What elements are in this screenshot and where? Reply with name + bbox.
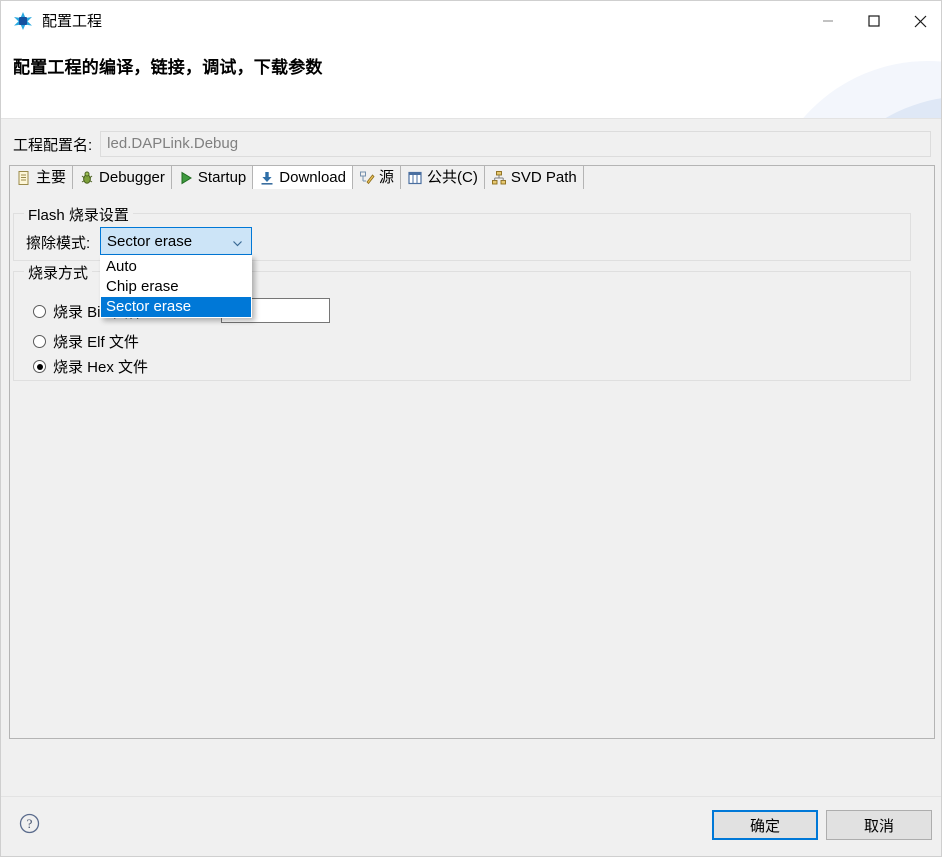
config-name-row: 工程配置名: [1, 129, 941, 159]
radio-indicator [33, 335, 46, 348]
cancel-button[interactable]: 取消 [826, 810, 932, 840]
radio-indicator [33, 360, 46, 373]
page-title: 配置工程的编译，链接，调试，下载参数 [13, 58, 323, 77]
tab-label: Debugger [99, 169, 165, 186]
dialog-banner: 配置工程的编译，链接，调试，下载参数 [1, 41, 941, 118]
erase-mode-combobox[interactable]: Sector erase [100, 227, 252, 255]
window-title: 配置工程 [42, 12, 103, 30]
footer-divider [1, 796, 941, 797]
tab-label: 公共(C) [427, 169, 478, 186]
tab-main[interactable]: 主要 [9, 165, 74, 190]
erase-mode-label: 擦除模式: [26, 235, 91, 252]
radio-label: 烧录 Hex 文件 [53, 359, 149, 376]
tab-label: Download [279, 169, 346, 186]
erase-mode-dropdown-list[interactable]: Auto Chip erase Sector erase [100, 255, 252, 318]
banner-divider [1, 118, 941, 119]
tab-debugger[interactable]: Debugger [73, 165, 172, 190]
minimize-icon[interactable] [805, 1, 851, 41]
download-icon [259, 170, 275, 186]
help-question-icon[interactable]: ? [19, 813, 40, 834]
radio-indicator [33, 305, 46, 318]
radio-burn-elf[interactable]: 烧录 Elf 文件 [33, 331, 139, 352]
dropdown-option-auto[interactable]: Auto [101, 257, 251, 277]
tab-label: 源 [379, 169, 395, 186]
tab-common[interactable]: 公共(C) [401, 165, 485, 190]
flash-settings-group-title: Flash 烧录设置 [24, 204, 133, 225]
radio-label: 烧录 Elf 文件 [53, 334, 139, 351]
dropdown-option-chip-erase[interactable]: Chip erase [101, 277, 251, 297]
erase-mode-selected-value: Sector erase [107, 232, 193, 250]
common-icon [407, 170, 423, 186]
tab-label: Startup [197, 169, 247, 186]
tab-download[interactable]: Download [253, 165, 353, 190]
tab-label: 主要 [36, 169, 67, 186]
tab-strip-filler [583, 165, 935, 190]
flash-method-group-title: 烧录方式 [24, 262, 93, 283]
document-icon [16, 170, 32, 186]
bug-icon [79, 170, 95, 186]
maximize-icon[interactable] [851, 1, 897, 41]
tab-startup[interactable]: Startup [171, 165, 254, 190]
play-icon [178, 170, 194, 186]
window-controls [805, 1, 941, 41]
config-name-input[interactable] [100, 131, 931, 157]
tree-icon [491, 170, 507, 186]
title-bar: 配置工程 [1, 1, 941, 41]
config-name-label: 工程配置名: [13, 136, 93, 154]
svg-text:?: ? [27, 816, 33, 831]
ok-button[interactable]: 确定 [712, 810, 818, 840]
chevron-down-icon [232, 236, 243, 247]
tab-label: SVD Path [510, 169, 577, 186]
tab-svd-path[interactable]: SVD Path [484, 165, 584, 190]
tab-source[interactable]: 源 [353, 165, 402, 190]
tab-strip: 主要 Debugger Startup Download 源 公共(C) SVD… [9, 165, 935, 190]
radio-burn-hex[interactable]: 烧录 Hex 文件 [33, 356, 148, 377]
configure-project-dialog: 配置工程 配置工程的编译，链接，调试，下载参数 工程配置名: led.DAPLi… [0, 0, 942, 857]
source-icon [359, 170, 375, 186]
project-star-icon [14, 12, 32, 30]
close-icon[interactable] [897, 1, 941, 41]
dropdown-option-sector-erase[interactable]: Sector erase [101, 297, 251, 317]
